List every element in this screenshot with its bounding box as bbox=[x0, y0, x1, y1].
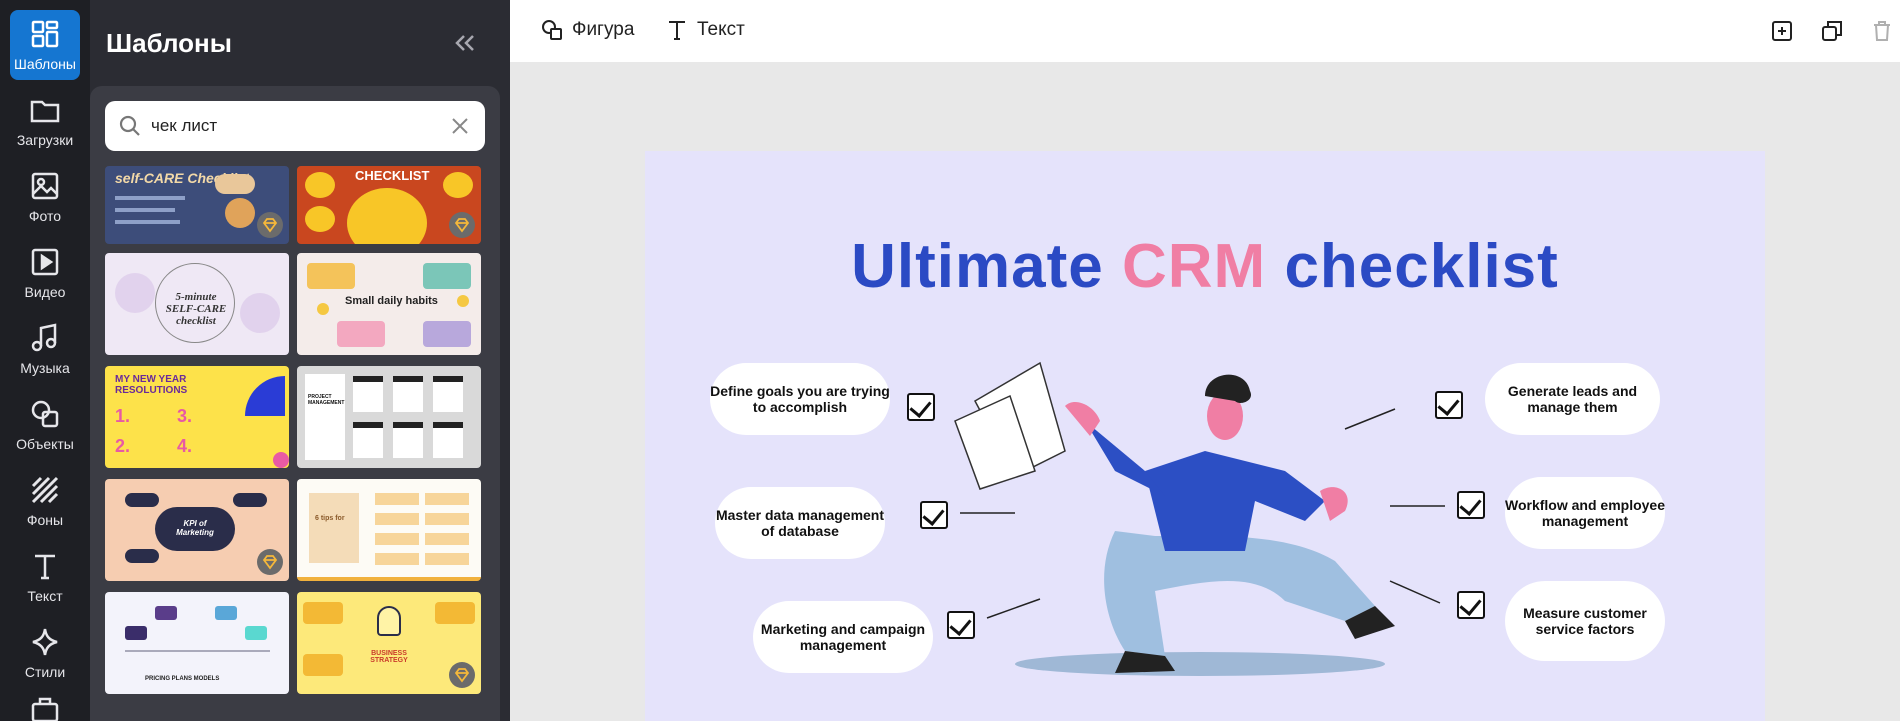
templates-panel: Шаблоны self-CARE Checklist CHECKLIST bbox=[90, 0, 510, 721]
clear-search-button[interactable] bbox=[449, 115, 471, 137]
rail-item-music[interactable]: Музыка bbox=[10, 314, 80, 384]
video-icon bbox=[31, 248, 59, 276]
template-thumb-tips-checklist[interactable]: 6 tips for bbox=[297, 479, 481, 581]
panel-title: Шаблоны bbox=[106, 28, 232, 58]
crm-illustration bbox=[954, 361, 1445, 676]
shape-icon bbox=[542, 20, 562, 40]
template-thumb-new-year-resolutions[interactable]: MY NEW YEAR RESOLUTIONS 1. 3. 2. 4. bbox=[105, 366, 289, 468]
premium-badge bbox=[257, 212, 283, 238]
thumb-text: 5-minute SELF-CARE checklist bbox=[165, 291, 227, 327]
text-icon bbox=[669, 21, 685, 40]
rail-item-templates[interactable]: Шаблоны bbox=[10, 10, 80, 80]
template-thumb-travel-checklist[interactable]: CHECKLIST bbox=[297, 166, 481, 244]
rail-label-music: Музыка bbox=[20, 360, 70, 376]
template-thumb-self-care-checklist[interactable]: self-CARE Checklist bbox=[105, 166, 289, 244]
shape-button-label: Фигура bbox=[572, 19, 635, 40]
rail-label-video: Видео bbox=[24, 284, 66, 300]
diamond-icon bbox=[454, 218, 470, 233]
image-icon bbox=[31, 172, 59, 200]
rail-item-backgrounds[interactable]: Фоны bbox=[10, 466, 80, 536]
text-button[interactable]: Текст bbox=[665, 18, 745, 42]
search-box[interactable] bbox=[105, 101, 485, 151]
thumb-text: 6 tips for bbox=[315, 515, 345, 522]
sparkle-icon bbox=[32, 628, 58, 656]
music-icon bbox=[31, 323, 57, 352]
rail-item-styles[interactable]: Стили bbox=[10, 618, 80, 688]
briefcase-icon[interactable] bbox=[30, 696, 60, 721]
add-page-icon[interactable] bbox=[1770, 19, 1794, 43]
left-rail: Шаблоны Загрузки Фото Видео Музыка Объек… bbox=[0, 0, 90, 721]
backgrounds-icon bbox=[31, 476, 59, 504]
rail-label-objects: Объекты bbox=[16, 436, 74, 452]
template-thumb-small-daily-habits[interactable]: Small daily habits bbox=[297, 253, 481, 355]
thumb-text: MY NEW YEAR RESOLUTIONS bbox=[115, 374, 188, 396]
diamond-icon bbox=[262, 555, 278, 570]
slide-canvas[interactable]: Ultimate CRM checklist Define goals you … bbox=[645, 151, 1765, 721]
premium-badge bbox=[449, 212, 475, 238]
rail-label-photo: Фото bbox=[28, 208, 62, 224]
duplicate-icon[interactable] bbox=[1820, 19, 1844, 43]
rail-item-video[interactable]: Видео bbox=[10, 238, 80, 308]
templates-icon bbox=[31, 20, 59, 48]
top-toolbar: Фигура Текст bbox=[510, 0, 1900, 62]
close-icon bbox=[452, 118, 468, 134]
search-icon bbox=[119, 115, 140, 136]
thumb-text: BUSINESS STRATEGY bbox=[370, 650, 408, 664]
thumb-text: Small daily habits bbox=[345, 295, 438, 307]
thumb-text: PROJECT MANAGEMENT bbox=[308, 394, 345, 406]
diamond-icon bbox=[262, 218, 278, 233]
template-thumb-kpi-marketing[interactable]: KPI of Marketing bbox=[105, 479, 289, 581]
text-button-label: Текст bbox=[697, 19, 745, 40]
template-thumb-business-strategy[interactable]: BUSINESS STRATEGY bbox=[297, 592, 481, 694]
rail-item-objects[interactable]: Объекты bbox=[10, 390, 80, 460]
rail-label-uploads: Загрузки bbox=[16, 132, 74, 148]
template-thumb-5-minute-self-care[interactable]: 5-minute SELF-CARE checklist bbox=[105, 253, 289, 355]
diamond-icon bbox=[454, 668, 470, 683]
rail-item-photo[interactable]: Фото bbox=[10, 162, 80, 232]
rail-item-uploads[interactable]: Загрузки bbox=[10, 86, 80, 156]
chevron-double-left-icon bbox=[455, 35, 474, 51]
collapse-panel-button[interactable] bbox=[450, 28, 480, 58]
premium-badge bbox=[257, 549, 283, 575]
search-input[interactable] bbox=[151, 116, 449, 136]
trash-icon[interactable] bbox=[1870, 19, 1894, 43]
rail-label-styles: Стили bbox=[24, 664, 66, 680]
template-thumb-pricing-plans[interactable]: PRICING PLANS MODELS bbox=[105, 592, 289, 694]
text-icon bbox=[35, 554, 55, 580]
premium-badge bbox=[449, 662, 475, 688]
thumb-text: PRICING PLANS MODELS bbox=[145, 676, 220, 682]
folder-icon bbox=[30, 100, 60, 123]
shape-button[interactable]: Фигура bbox=[540, 18, 634, 42]
shapes-icon bbox=[31, 400, 59, 428]
thumb-text: KPI of Marketing bbox=[176, 519, 214, 537]
rail-label-text: Текст bbox=[27, 588, 63, 604]
template-thumb-project-management[interactable]: PROJECT MANAGEMENT bbox=[297, 366, 481, 468]
thumb-text: CHECKLIST bbox=[355, 168, 430, 183]
rail-label-backgrounds: Фоны bbox=[26, 512, 64, 528]
rail-label-templates: Шаблоны bbox=[14, 56, 76, 72]
rail-item-text[interactable]: Текст bbox=[10, 542, 80, 612]
templates-list: self-CARE Checklist CHECKLIST 5-minute S… bbox=[90, 86, 500, 721]
